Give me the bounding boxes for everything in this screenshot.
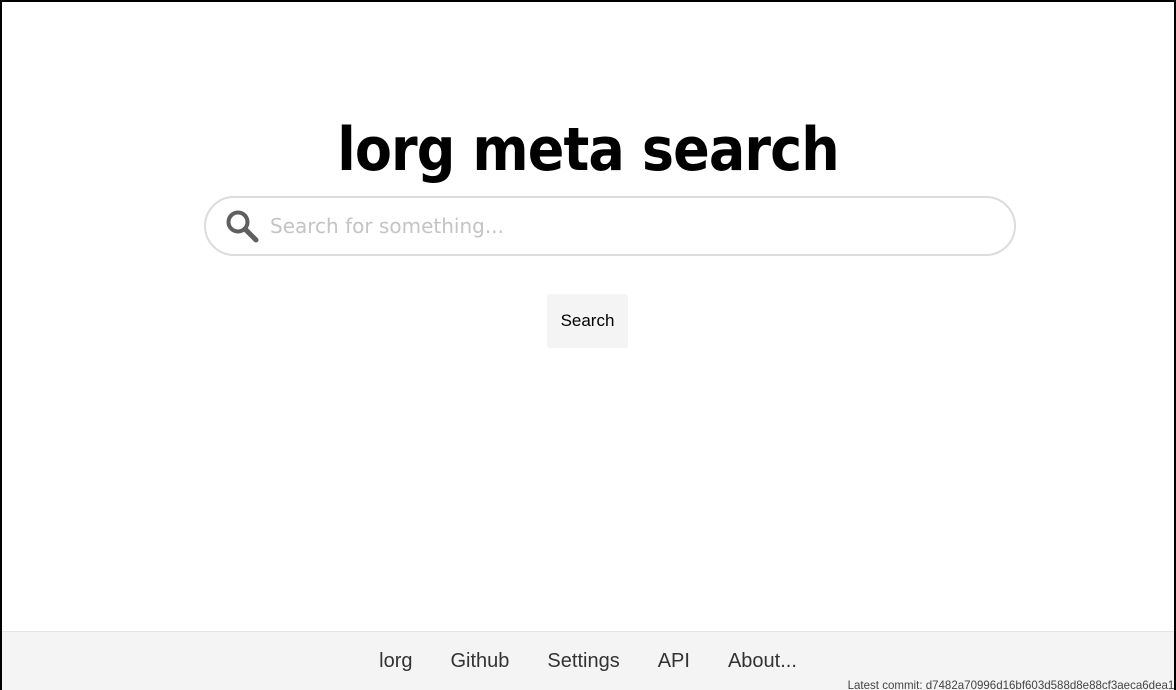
- search-icon: [226, 210, 259, 243]
- footer: lorg Github Settings API About... Latest com…: [2, 631, 1174, 690]
- footer-link-about[interactable]: About...: [728, 650, 797, 672]
- footer-link-github[interactable]: Github: [450, 650, 509, 672]
- footer-link-api[interactable]: API: [658, 650, 690, 672]
- footer-link-settings[interactable]: Settings: [547, 650, 619, 672]
- search-button[interactable]: Search: [547, 294, 628, 348]
- commit-info: Latest commit: d7482a70996d16bf603d588d8…: [847, 678, 1174, 690]
- page-title: lorg meta search: [337, 115, 839, 185]
- search-input[interactable]: [270, 206, 990, 246]
- page: lorg meta search Search lorg Github Settin…: [0, 0, 1176, 690]
- search-bar[interactable]: [204, 196, 1016, 256]
- footer-link-lorg[interactable]: lorg: [379, 650, 412, 672]
- footer-nav: lorg Github Settings API About...: [2, 650, 1174, 673]
